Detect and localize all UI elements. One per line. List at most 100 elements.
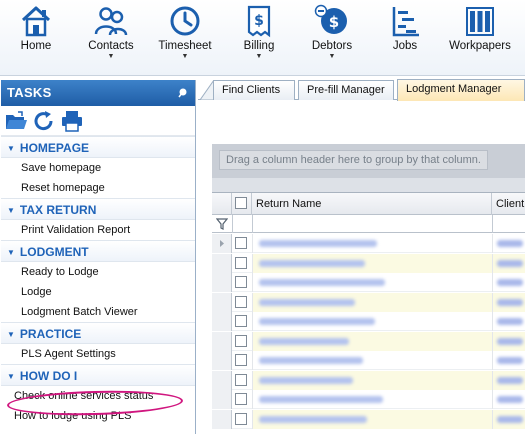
main-content: Find Clients Pre-fill Manager Lodgment M… <box>198 78 525 434</box>
timesheet-button[interactable]: Timesheet ▼ <box>155 4 215 72</box>
home-label: Home <box>20 40 52 52</box>
redacted-text <box>259 318 375 325</box>
table-row[interactable] <box>212 234 525 253</box>
open-folder-icon[interactable] <box>4 110 28 132</box>
table-row[interactable] <box>212 370 525 390</box>
tab-find-clients[interactable]: Find Clients <box>213 80 295 100</box>
task-lodgment-batch-viewer[interactable]: Lodgment Batch Viewer <box>1 302 195 322</box>
collapse-arrow-icon: ▼ <box>7 206 15 215</box>
table-row[interactable] <box>212 331 525 351</box>
tasks-panel: TASKS ▼ HOMEPAGE Save homepage Reset home… <box>1 80 196 434</box>
row-selector[interactable] <box>212 312 232 331</box>
tasks-toolbar <box>1 106 195 136</box>
debtors-icon: $ <box>314 4 347 34</box>
row-selector[interactable] <box>212 273 232 292</box>
contacts-button[interactable]: Contacts ▼ <box>83 4 139 72</box>
table-row[interactable] <box>212 351 525 370</box>
svg-text:$: $ <box>329 13 339 31</box>
section-title: TAX RETURN <box>19 203 97 217</box>
billing-label: Billing <box>243 40 275 52</box>
row-selector[interactable] <box>212 351 232 370</box>
section-header-practice[interactable]: ▼ PRACTICE <box>1 322 195 344</box>
redacted-text <box>259 240 377 247</box>
timesheet-label: Timesheet <box>158 40 212 52</box>
table-row[interactable] <box>212 409 525 429</box>
row-selector[interactable] <box>212 409 232 429</box>
row-selector[interactable] <box>212 292 232 312</box>
section-header-tax-return[interactable]: ▼ TAX RETURN <box>1 198 195 220</box>
ribbon-toolbar: Home Contacts ▼ Timesheet ▼ $ Billing ▼ … <box>0 0 525 76</box>
section-title: HOMEPAGE <box>19 141 90 155</box>
row-checkbox[interactable] <box>235 276 247 288</box>
section-header-lodgment[interactable]: ▼ LODGMENT <box>1 240 195 262</box>
section-header-how-do-i[interactable]: ▼ HOW DO I <box>1 364 195 386</box>
table-row[interactable] <box>212 390 525 409</box>
debtors-button[interactable]: $ Debtors ▼ <box>304 4 360 72</box>
redacted-text <box>259 357 363 364</box>
row-checkbox[interactable] <box>235 393 247 405</box>
row-checkbox[interactable] <box>235 237 247 249</box>
table-row[interactable] <box>212 292 525 312</box>
select-all-cell <box>232 193 252 215</box>
table-row[interactable] <box>212 253 525 273</box>
home-button[interactable]: Home <box>10 4 62 72</box>
group-by-panel[interactable]: Drag a column header here to group by th… <box>212 144 525 178</box>
debtors-menu-arrow: ▼ <box>328 53 336 60</box>
task-how-to-lodge-using-pls[interactable]: How to lodge using PLS <box>1 406 195 426</box>
workpapers-button[interactable]: Workpapers <box>446 4 514 72</box>
redacted-text <box>497 259 523 267</box>
task-ready-to-lodge[interactable]: Ready to Lodge <box>1 262 195 282</box>
row-checkbox[interactable] <box>235 334 247 347</box>
tab-pre-fill-manager[interactable]: Pre-fill Manager <box>298 80 394 100</box>
row-indicator-header <box>212 193 232 215</box>
table-row[interactable] <box>212 273 525 292</box>
grid-header: Return Name Client <box>212 193 525 215</box>
billing-button[interactable]: $ Billing ▼ <box>234 4 284 72</box>
row-selector[interactable] <box>212 370 232 390</box>
column-return-name[interactable]: Return Name <box>252 193 492 215</box>
table-row[interactable] <box>212 312 525 331</box>
row-checkbox[interactable] <box>235 354 247 366</box>
task-pls-agent-settings[interactable]: PLS Agent Settings <box>1 344 195 364</box>
row-selector[interactable] <box>212 234 232 253</box>
redacted-text <box>497 240 523 247</box>
tasks-header: TASKS <box>1 80 195 106</box>
svg-text:$: $ <box>254 13 264 29</box>
returns-grid: Return Name Client <box>212 192 525 434</box>
row-checkbox[interactable] <box>235 373 247 386</box>
task-reset-homepage[interactable]: Reset homepage <box>1 178 195 198</box>
return-name-cell <box>252 253 492 273</box>
row-checkbox[interactable] <box>235 315 247 327</box>
redacted-text <box>259 376 353 384</box>
task-lodge[interactable]: Lodge <box>1 282 195 302</box>
client-cell <box>492 292 525 312</box>
tab-lodgment-manager[interactable]: Lodgment Manager <box>397 79 525 101</box>
column-client[interactable]: Client <box>492 193 525 215</box>
row-selector[interactable] <box>212 331 232 351</box>
return-name-cell <box>252 292 492 312</box>
task-save-homepage[interactable]: Save homepage <box>1 158 195 178</box>
section-how-do-i: ▼ HOW DO I Check online services status H… <box>1 364 195 426</box>
row-checkbox[interactable] <box>235 256 247 269</box>
home-icon <box>21 6 51 37</box>
client-cell <box>492 331 525 351</box>
collapse-arrow-icon: ▼ <box>7 330 15 339</box>
print-icon[interactable] <box>60 110 84 132</box>
row-selector[interactable] <box>212 390 232 409</box>
section-header-homepage[interactable]: ▼ HOMEPAGE <box>1 136 195 158</box>
jobs-button[interactable]: Jobs <box>382 4 428 72</box>
select-all-checkbox[interactable] <box>235 197 247 209</box>
redacted-text <box>259 337 349 345</box>
task-check-online-services-status[interactable]: Check online services status <box>1 386 195 406</box>
row-selector[interactable] <box>212 253 232 273</box>
row-checkbox[interactable] <box>235 295 247 308</box>
refresh-icon[interactable] <box>32 110 56 132</box>
pin-icon[interactable] <box>177 87 188 98</box>
invoice-icon: $ <box>247 5 271 38</box>
task-print-validation-report[interactable]: Print Validation Report <box>1 220 195 240</box>
redacted-text <box>497 376 523 384</box>
filter-icon[interactable] <box>216 218 228 230</box>
row-checkbox[interactable] <box>235 412 247 425</box>
client-cell <box>492 253 525 273</box>
billing-menu-arrow: ▼ <box>255 53 263 60</box>
